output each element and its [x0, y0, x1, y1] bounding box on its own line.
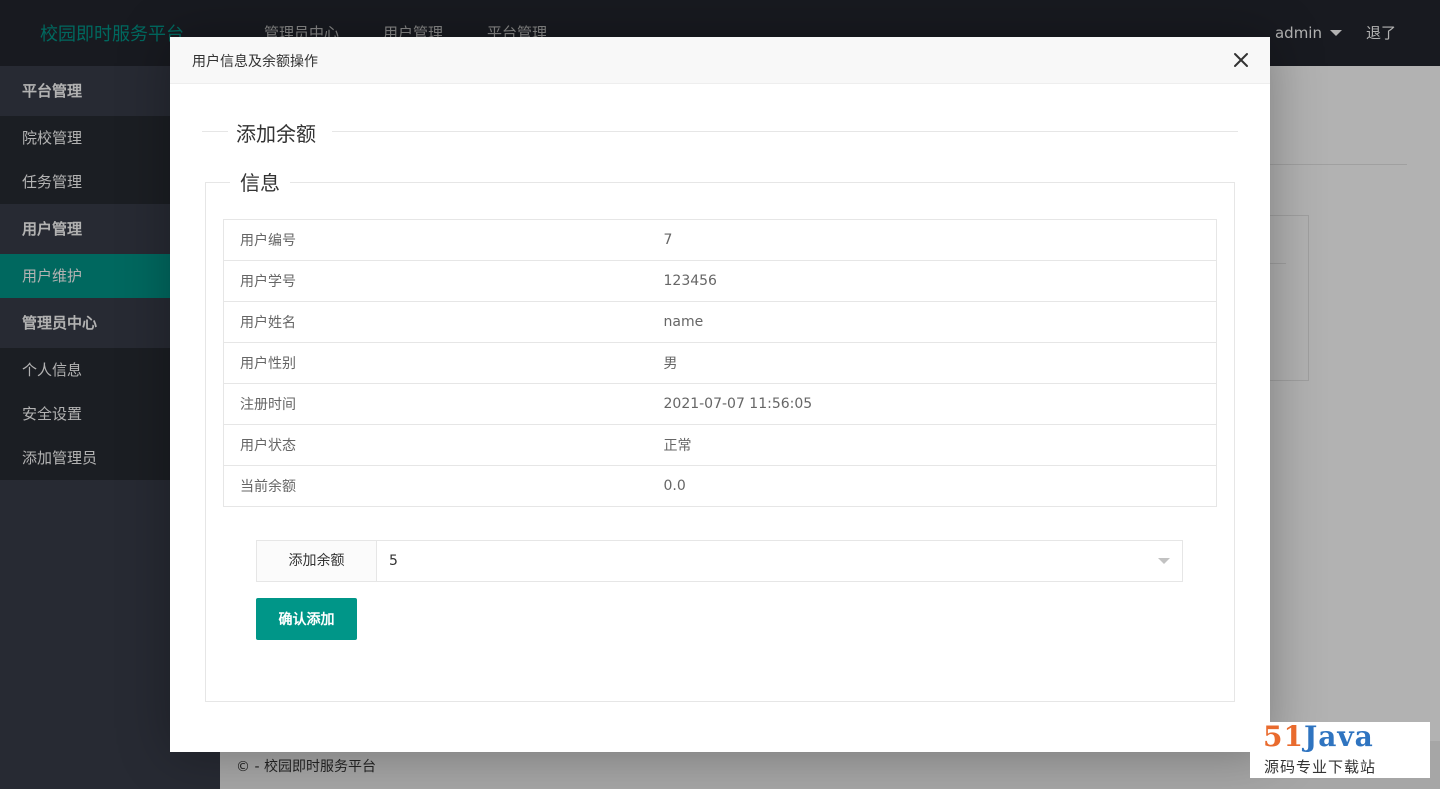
row-value: name [647, 301, 1217, 343]
fieldset-legend: 信息 [230, 167, 290, 196]
section-title: 添加余额 [236, 122, 316, 146]
row-value: 正常 [647, 424, 1217, 466]
watermark-brand: Java [1303, 720, 1374, 753]
divider [202, 131, 228, 132]
add-amount-field: 添加余额 5 [256, 540, 1183, 582]
table-row: 用户姓名 name [223, 301, 1217, 343]
row-value: 2021-07-07 11:56:05 [647, 383, 1217, 425]
watermark-tagline: 源码专业下载站 [1264, 758, 1377, 776]
divider [332, 131, 1238, 132]
row-label: 注册时间 [223, 383, 648, 425]
add-amount-label: 添加余额 [257, 541, 377, 581]
user-info-table: 用户编号 7 用户学号 123456 用户姓名 name 用户性别 男 注册时间… [223, 219, 1217, 507]
close-icon[interactable] [1230, 49, 1252, 71]
row-label: 用户学号 [223, 260, 648, 302]
section-heading: 添加余额 [202, 120, 1238, 146]
user-balance-dialog: 用户信息及余额操作 添加余额 信息 用户编号 7 用户学号 123456 用户姓… [170, 37, 1270, 752]
amount-select[interactable]: 5 [377, 541, 1182, 581]
row-value: 123456 [647, 260, 1217, 302]
dialog-title: 用户信息及余额操作 [192, 54, 318, 70]
chevron-down-icon [1158, 558, 1170, 564]
amount-selected-value: 5 [389, 553, 398, 569]
watermark-logo: 51Java [1263, 720, 1374, 753]
table-row: 用户学号 123456 [223, 260, 1217, 302]
dialog-header: 用户信息及余额操作 [170, 37, 1270, 84]
row-label: 用户性别 [223, 342, 648, 384]
table-row: 用户性别 男 [223, 342, 1217, 384]
row-label: 用户编号 [223, 219, 648, 261]
row-label: 用户姓名 [223, 301, 648, 343]
table-row: 当前余额 0.0 [223, 465, 1217, 507]
table-row: 用户编号 7 [223, 219, 1217, 261]
confirm-add-button[interactable]: 确认添加 [256, 598, 357, 640]
row-value: 男 [647, 342, 1217, 384]
row-value: 7 [647, 219, 1217, 261]
watermark-number: 51 [1263, 720, 1304, 753]
site-watermark: 51Java 源码专业下载站 [1250, 720, 1430, 778]
table-row: 用户状态 正常 [223, 424, 1217, 466]
row-value: 0.0 [647, 465, 1217, 507]
row-label: 用户状态 [223, 424, 648, 466]
row-label: 当前余额 [223, 465, 648, 507]
table-row: 注册时间 2021-07-07 11:56:05 [223, 383, 1217, 425]
